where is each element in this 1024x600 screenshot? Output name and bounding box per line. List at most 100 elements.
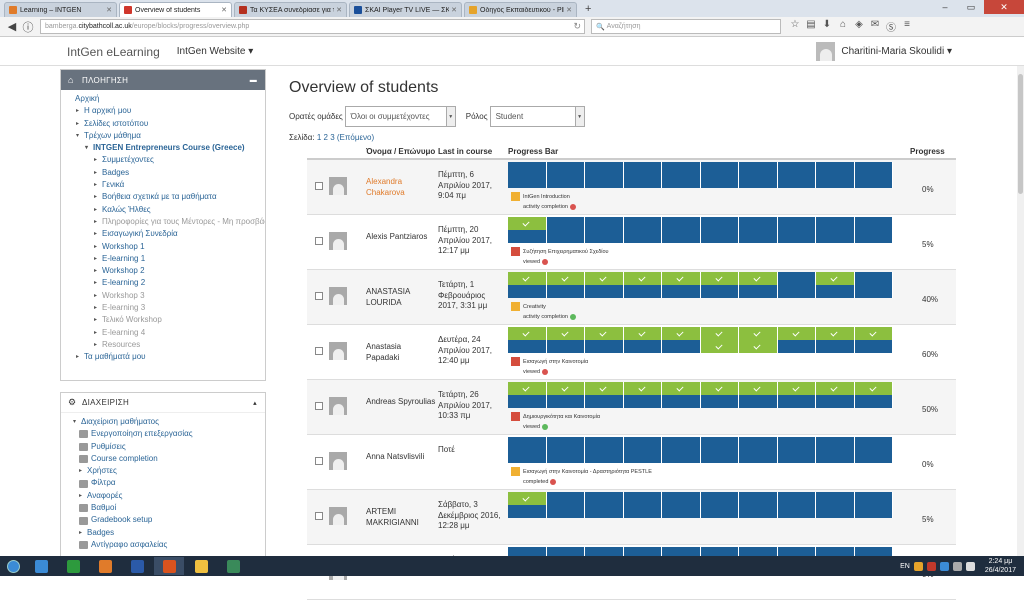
progress-cell-incomplete[interactable]	[623, 437, 662, 450]
progress-cell-incomplete[interactable]	[546, 492, 585, 505]
admin-item[interactable]: Ενεργοποίηση επεξεργασίας	[67, 428, 265, 440]
groups-select[interactable]: Όλοι οι συμμετέχοντες ▼	[344, 106, 456, 127]
nav-item[interactable]: ▾ INTGEN Entrepreneurs Course (Greece)	[67, 142, 265, 154]
student-name-link[interactable]: Anastasia Papadaki	[366, 342, 436, 363]
progress-cell-incomplete[interactable]	[816, 340, 855, 353]
progress-cell-incomplete[interactable]	[739, 437, 778, 450]
progress-cell-incomplete[interactable]	[854, 272, 893, 285]
taskbar-app-icon[interactable]	[90, 557, 120, 575]
progress-cell-incomplete[interactable]	[508, 395, 547, 408]
progress-cell-incomplete[interactable]	[739, 217, 778, 230]
navigation-block-header[interactable]: ⌂ ΠΛΟΗΓΗΣΗ ▬	[61, 70, 265, 90]
browser-tab[interactable]: Οδηγός Εκπαιδευτικού - Plk ✕	[464, 2, 577, 17]
progress-cell-complete[interactable]	[739, 382, 778, 395]
collapse-icon[interactable]: ▬	[250, 77, 257, 84]
progress-cell-incomplete[interactable]	[662, 340, 701, 353]
progress-cell-incomplete[interactable]	[662, 230, 701, 243]
header-last-in-course[interactable]: Last in course	[438, 147, 492, 156]
progress-cell-complete[interactable]	[816, 382, 855, 395]
progress-cell-incomplete[interactable]	[700, 395, 739, 408]
bookmark-star-icon[interactable]: ☆	[787, 19, 803, 34]
browser-tab[interactable]: Τα ΚΥΣΕΑ συνεδρίασε για τις ✕	[234, 2, 347, 17]
progress-cell-incomplete[interactable]	[662, 162, 701, 175]
progress-cell-incomplete[interactable]	[700, 175, 739, 188]
progress-cell-incomplete[interactable]	[816, 437, 855, 450]
progress-cell-incomplete[interactable]	[585, 340, 624, 353]
progress-cell-incomplete[interactable]	[700, 450, 739, 463]
nav-item[interactable]: ▸ Καλώς Ήλθες	[67, 204, 265, 216]
progress-cell-incomplete[interactable]	[662, 395, 701, 408]
role-select[interactable]: Student ▼	[489, 106, 585, 127]
addon-icon[interactable]: ✉	[867, 19, 883, 34]
bookmarks-icon[interactable]: ▤	[803, 19, 819, 34]
progress-cell-incomplete[interactable]	[816, 492, 855, 505]
student-avatar[interactable]	[329, 342, 347, 360]
tab-close-icon[interactable]: ✕	[221, 6, 227, 14]
browser-tab[interactable]: Learning – INTGEN ✕	[4, 2, 117, 17]
progress-cell-incomplete[interactable]	[546, 162, 585, 175]
progress-cell-incomplete[interactable]	[546, 175, 585, 188]
progress-cell-complete[interactable]	[777, 327, 816, 340]
student-avatar[interactable]	[329, 177, 347, 195]
tray-icon[interactable]	[939, 561, 949, 571]
nav-item[interactable]: ▸ Συμμετέχοντες	[67, 154, 265, 166]
admin-item[interactable]: ▸ Αναφορές	[67, 490, 265, 502]
expand-arrow-icon[interactable]: ▾	[85, 142, 93, 154]
progress-cell-incomplete[interactable]	[585, 230, 624, 243]
nav-item[interactable]: ▸ Εισαγωγική Συνεδρία	[67, 228, 265, 240]
progress-cell-complete[interactable]	[585, 272, 624, 285]
tab-close-icon[interactable]: ✕	[451, 6, 457, 14]
header-name[interactable]: Όνομα / Επώνυμο	[366, 147, 435, 156]
taskbar-app-icon[interactable]	[154, 557, 184, 575]
progress-cell-incomplete[interactable]	[854, 505, 893, 518]
progress-cell-incomplete[interactable]	[585, 505, 624, 518]
progress-cell-complete[interactable]	[585, 327, 624, 340]
progress-cell-incomplete[interactable]	[508, 340, 547, 353]
progress-cell-incomplete[interactable]	[546, 340, 585, 353]
progress-cell-incomplete[interactable]	[777, 272, 816, 285]
progress-cell-incomplete[interactable]	[777, 217, 816, 230]
user-menu[interactable]: Charitini-Maria Skoulidi ▾	[816, 42, 952, 61]
progress-cell-incomplete[interactable]	[700, 492, 739, 505]
progress-cell-complete[interactable]	[739, 340, 778, 353]
progress-cell-incomplete[interactable]	[623, 285, 662, 298]
info-icon[interactable]: ⓘ	[20, 19, 36, 35]
nav-item[interactable]: ▸ E-learning 4	[67, 327, 265, 339]
progress-cell-incomplete[interactable]	[739, 175, 778, 188]
student-avatar[interactable]	[329, 232, 347, 250]
progress-cell-complete[interactable]	[508, 492, 547, 505]
skype-icon[interactable]: Ⓢ	[883, 19, 899, 34]
taskbar-app-icon[interactable]	[58, 557, 88, 575]
nav-item[interactable]: ▸ E-learning 2	[67, 277, 265, 289]
expand-arrow-icon[interactable]: ▸	[79, 527, 87, 539]
expand-arrow-icon[interactable]: ▸	[94, 241, 102, 253]
taskbar-app-icon[interactable]	[26, 557, 56, 575]
admin-item[interactable]: Ρυθμίσεις	[67, 441, 265, 453]
expand-arrow-icon[interactable]: ▸	[94, 167, 102, 179]
progress-cell-incomplete[interactable]	[739, 285, 778, 298]
progress-cell-incomplete[interactable]	[662, 217, 701, 230]
progress-cell-incomplete[interactable]	[700, 217, 739, 230]
progress-cell-incomplete[interactable]	[700, 437, 739, 450]
menu-icon[interactable]: ≡	[899, 19, 915, 34]
progress-cell-incomplete[interactable]	[854, 217, 893, 230]
progress-cell-incomplete[interactable]	[585, 437, 624, 450]
progress-cell-incomplete[interactable]	[546, 395, 585, 408]
progress-cell-incomplete[interactable]	[623, 340, 662, 353]
progress-cell-incomplete[interactable]	[508, 505, 547, 518]
progress-cell-incomplete[interactable]	[854, 162, 893, 175]
progress-cell-incomplete[interactable]	[700, 285, 739, 298]
progress-cell-complete[interactable]	[739, 327, 778, 340]
nav-item[interactable]: ▸ Η αρχική μου	[67, 105, 265, 117]
admin-item[interactable]: Φίλτρα	[67, 477, 265, 489]
nav-item[interactable]: ▸ Workshop 3	[67, 290, 265, 302]
progress-cell-incomplete[interactable]	[854, 285, 893, 298]
progress-cell-incomplete[interactable]	[854, 492, 893, 505]
row-select-checkbox[interactable]	[315, 237, 323, 245]
download-icon[interactable]: ⬇	[819, 19, 835, 34]
student-avatar[interactable]	[329, 452, 347, 470]
nav-item[interactable]: Αρχική	[67, 93, 265, 105]
progress-cell-incomplete[interactable]	[854, 340, 893, 353]
tab-close-icon[interactable]: ✕	[336, 6, 342, 14]
progress-cell-incomplete[interactable]	[777, 395, 816, 408]
